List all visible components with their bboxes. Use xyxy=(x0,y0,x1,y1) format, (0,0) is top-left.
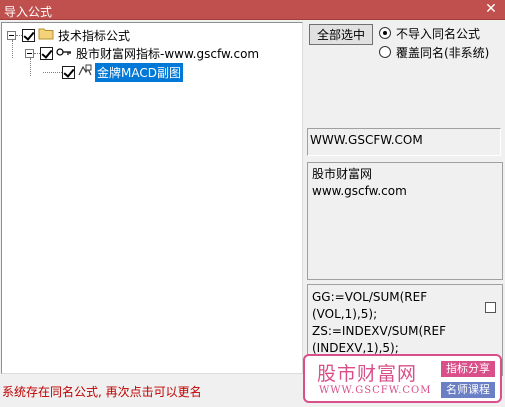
tree-label-leaf[interactable]: 金牌MACD副图 xyxy=(95,62,183,82)
group-checkbox[interactable] xyxy=(40,46,53,60)
select-all-button[interactable]: 全部选中 xyxy=(309,24,373,45)
key-icon xyxy=(56,46,72,60)
collapse-toggle[interactable] xyxy=(25,48,34,58)
description-line: 股市财富网 xyxy=(312,167,373,181)
radio-no-import-label[interactable]: 不导入同名公式 xyxy=(396,25,480,42)
status-message: 系统存在同名公式, 再次点击可以更名 xyxy=(2,385,202,399)
radio-overwrite[interactable]: 覆盖同名(非系统) xyxy=(379,44,489,60)
description-line: www.gscfw.com xyxy=(312,184,407,198)
radio-overwrite-dot[interactable] xyxy=(379,46,391,58)
close-button[interactable]: ✕ xyxy=(483,1,499,17)
root-checkbox[interactable] xyxy=(22,28,35,42)
formula-description: 股市财富网 www.gscfw.com xyxy=(307,162,503,280)
watermark-tag-course: 名师课程 xyxy=(441,382,495,398)
watermark-brand: 股市财富网 xyxy=(317,363,418,385)
radio-no-import-dot[interactable] xyxy=(379,27,391,39)
code-option-checkbox[interactable] xyxy=(485,302,496,313)
code-line: GG:=VOL/SUM(REF xyxy=(312,290,428,304)
code-line: ZS:=INDEXV/SUM(REF xyxy=(312,324,447,338)
folder-icon xyxy=(38,27,54,43)
tree-label-group: 股市财富网指标-www.gscfw.com xyxy=(76,46,260,61)
radio-no-import[interactable]: 不导入同名公式 xyxy=(379,25,480,41)
tree-node-leaf[interactable]: 金牌MACD副图 xyxy=(43,62,183,82)
formula-author-field: WWW.GSCFW.COM xyxy=(307,128,501,156)
tree-node-group[interactable]: 股市财富网指标-www.gscfw.com xyxy=(25,44,259,62)
radio-overwrite-label[interactable]: 覆盖同名(非系统) xyxy=(396,44,489,61)
tree-node-root[interactable]: 技术指标公式 xyxy=(7,26,130,44)
watermark-tag-share: 指标分享 xyxy=(441,361,495,377)
code-line: (VOL,1),5); xyxy=(312,307,378,321)
formula-tree[interactable]: 技术指标公式 股市财富网指标-www.gscfw.com 金牌MACD副图 xyxy=(1,22,303,374)
watermark-logo: 股市财富网 WWW.GSCFW.COM 指标分享 名师课程 xyxy=(303,354,502,403)
watermark-url: WWW.GSCFW.COM xyxy=(319,385,432,396)
title-bar: 导入公式 ✕ xyxy=(0,0,505,20)
collapse-toggle[interactable] xyxy=(7,30,16,40)
window-title: 导入公式 xyxy=(4,5,53,19)
tree-label-root: 技术指标公式 xyxy=(58,28,131,43)
leaf-checkbox[interactable] xyxy=(62,65,75,79)
formula-icon xyxy=(78,64,92,80)
